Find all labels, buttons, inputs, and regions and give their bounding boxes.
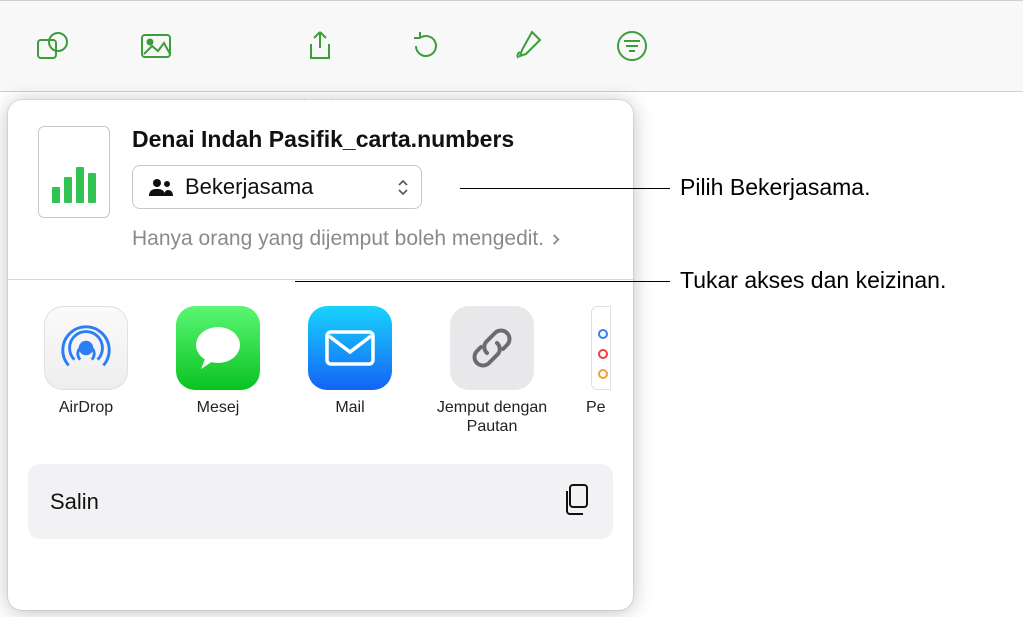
media-icon[interactable] — [134, 24, 178, 68]
share-app-invite-link[interactable]: Jemput dengan Pautan — [434, 306, 550, 436]
toolbar — [0, 0, 1023, 92]
callout-permission: Tukar akses dan keizinan. — [680, 267, 946, 294]
document-title: Denai Indah Pasifik_carta.numbers — [132, 126, 603, 153]
app-label: Mail — [335, 398, 364, 417]
people-icon — [147, 177, 175, 197]
document-thumbnail-icon — [38, 126, 110, 218]
reminders-icon — [591, 306, 611, 390]
share-app-mail[interactable]: Mail — [302, 306, 398, 436]
mail-icon — [308, 306, 392, 390]
copy-label: Salin — [50, 489, 99, 515]
format-brush-icon[interactable] — [506, 24, 550, 68]
share-app-airdrop[interactable]: AirDrop — [38, 306, 134, 436]
airdrop-icon — [44, 306, 128, 390]
app-label: Pe — [586, 398, 606, 417]
share-popover: Denai Indah Pasifik_carta.numbers Bekerj… — [8, 100, 633, 610]
app-label: AirDrop — [59, 398, 113, 417]
copy-icon — [561, 482, 591, 521]
share-apps-row: AirDrop Mesej Mail — [8, 280, 633, 446]
messages-icon — [176, 306, 260, 390]
link-icon — [450, 306, 534, 390]
chevron-updown-icon — [395, 177, 411, 197]
share-app-messages[interactable]: Mesej — [170, 306, 266, 436]
chevron-right-icon — [550, 226, 561, 253]
callout-line — [295, 281, 670, 282]
permission-text[interactable]: Hanya orang yang dijemput boleh mengedit… — [132, 225, 603, 253]
callout-line — [460, 188, 670, 189]
filter-icon[interactable] — [610, 24, 654, 68]
callout-collaborate: Pilih Bekerjasama. — [680, 174, 870, 201]
permission-label: Hanya orang yang dijemput boleh mengedit… — [132, 227, 544, 250]
app-label: Jemput dengan Pautan — [434, 398, 550, 436]
shapes-icon[interactable] — [30, 24, 74, 68]
copy-action[interactable]: Salin — [28, 464, 613, 539]
undo-icon[interactable] — [402, 24, 446, 68]
share-app-reminders[interactable]: Pe — [586, 306, 616, 436]
app-label: Mesej — [197, 398, 240, 417]
share-icon[interactable] — [298, 24, 342, 68]
collaborate-dropdown[interactable]: Bekerjasama — [132, 165, 422, 209]
collaborate-label: Bekerjasama — [185, 174, 385, 200]
